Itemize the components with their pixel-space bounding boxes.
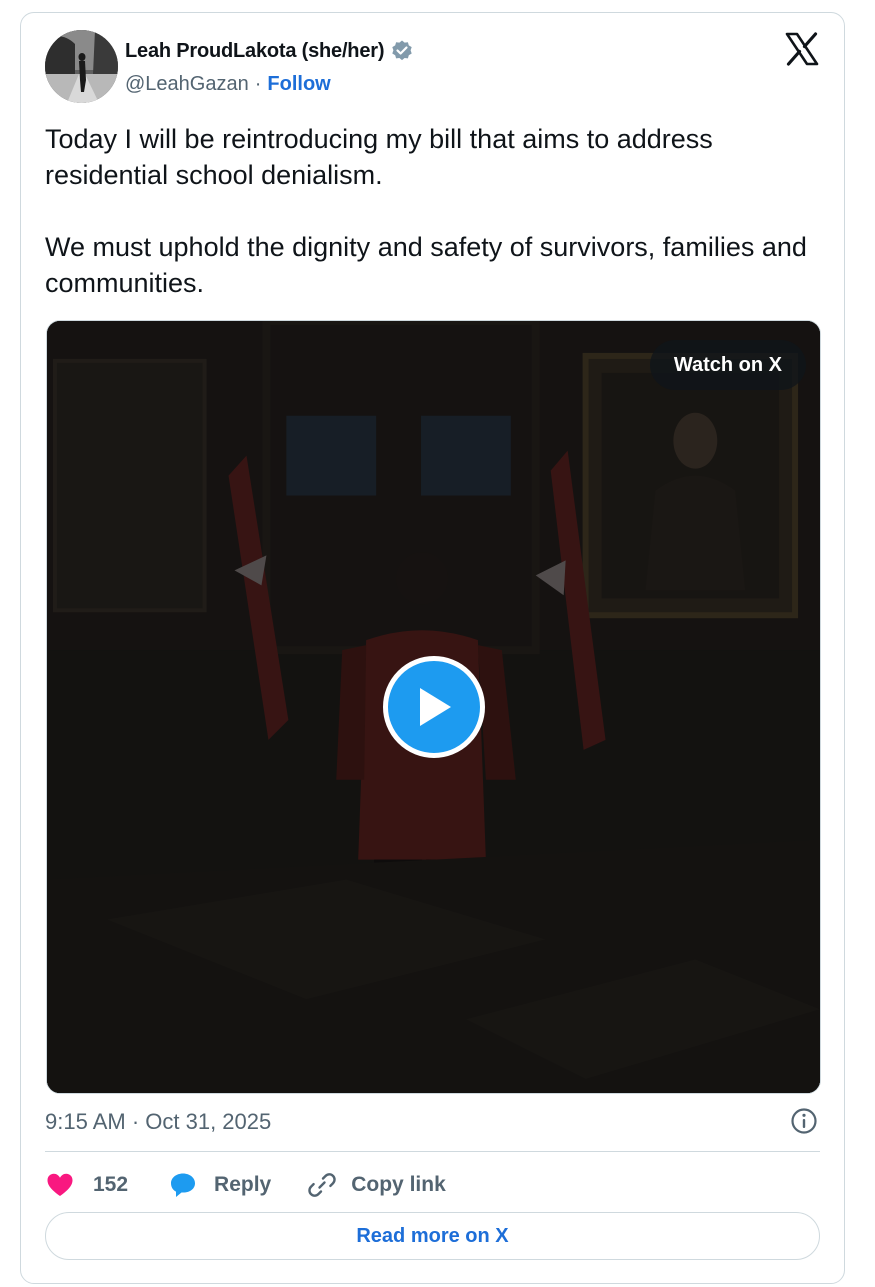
action-bar: 152 Reply Copy link <box>45 1165 446 1205</box>
tweet-card: Leah ProudLakota (she/her) @LeahGazan · … <box>20 12 845 1284</box>
info-icon[interactable] <box>790 1107 818 1135</box>
x-logo-icon[interactable] <box>784 31 820 67</box>
video-player[interactable]: Watch on X <box>46 320 821 1094</box>
like-count: 152 <box>93 1173 129 1196</box>
read-more-button[interactable]: Read more on X <box>45 1212 820 1260</box>
verified-badge-icon <box>390 39 414 63</box>
tweet-text: Today I will be reintroducing my bill th… <box>45 121 825 301</box>
author-name-row: Leah ProudLakota (she/her) <box>125 39 414 63</box>
reply-bubble-icon <box>171 1173 196 1197</box>
author-handle[interactable]: @LeahGazan <box>125 73 249 96</box>
play-button[interactable] <box>383 656 485 758</box>
divider <box>45 1151 820 1152</box>
copy-link-button[interactable]: Copy link <box>307 1170 446 1200</box>
heart-icon <box>47 1173 73 1196</box>
copy-link-label: Copy link <box>351 1173 446 1196</box>
timestamp[interactable]: 9:15 AM · Oct 31, 2025 <box>45 1109 271 1135</box>
like-button[interactable]: 152 <box>45 1170 128 1200</box>
reply-label: Reply <box>214 1173 272 1196</box>
reply-button[interactable]: Reply <box>168 1170 271 1200</box>
author-name[interactable]: Leah ProudLakota (she/her) <box>125 40 384 63</box>
play-icon <box>420 688 451 726</box>
handle-row: @LeahGazan · Follow <box>125 73 331 96</box>
avatar-image <box>45 30 118 103</box>
tweet-paragraph: Today I will be reintroducing my bill th… <box>45 124 713 190</box>
tweet-paragraph: We must uphold the dignity and safety of… <box>45 232 807 298</box>
avatar[interactable] <box>45 30 118 103</box>
link-icon <box>308 1173 336 1197</box>
handle-separator: · <box>254 73 262 95</box>
follow-button[interactable]: Follow <box>267 73 330 96</box>
watch-on-x-button[interactable]: Watch on X <box>649 340 806 390</box>
